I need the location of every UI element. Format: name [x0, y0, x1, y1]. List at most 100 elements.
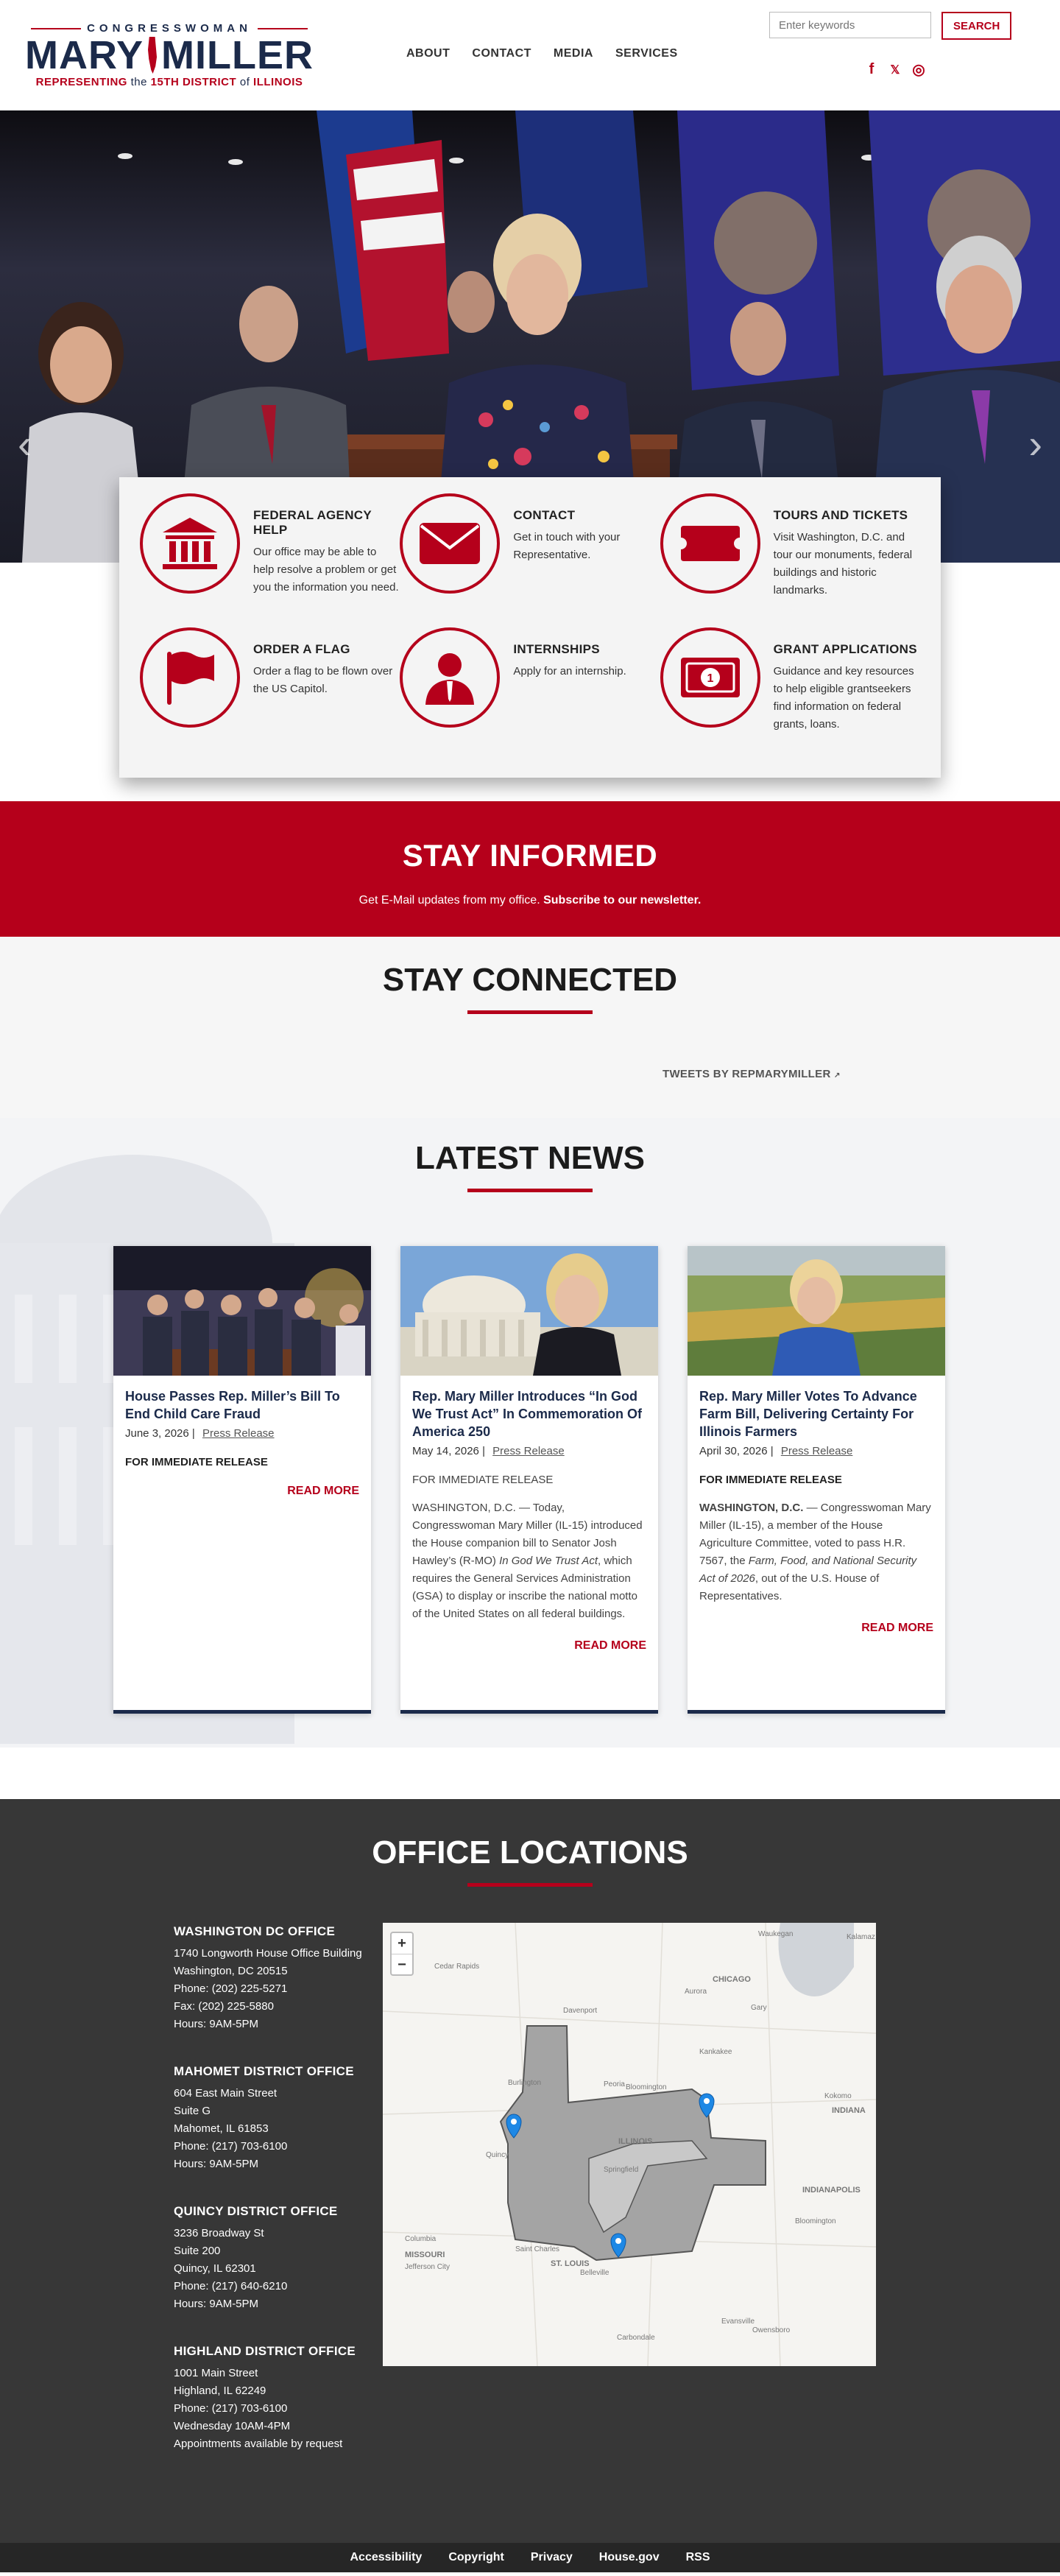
news-card-excerpt: WASHINGTON, D.C. — Congresswoman Mary Mi…	[699, 1502, 931, 1602]
map-place-label: Waukegan	[758, 1930, 793, 1938]
main-nav: ABOUT CONTACT MEDIA SERVICES	[406, 47, 678, 60]
footer-rss-link[interactable]: RSS	[686, 2551, 710, 2564]
site-search: SEARCH	[769, 12, 1012, 40]
carousel-prev-icon[interactable]: ‹	[18, 420, 32, 468]
news-card-title[interactable]: House Passes Rep. Miller’s Bill To End C…	[125, 1387, 359, 1423]
site-header: CONGRESSWOMAN MARY MILLER REPRESENTING t…	[0, 0, 1060, 110]
service-internships[interactable]: INTERNSHIPS Apply for an internship.	[400, 627, 660, 761]
news-card-category[interactable]: Press Release	[492, 1445, 565, 1457]
stay-informed-banner: STAY INFORMED Get E-Mail updates from my…	[0, 801, 1060, 937]
map-place-label: INDIANA	[832, 2106, 866, 2115]
map-zoom-out-button[interactable]: −	[392, 1954, 412, 1974]
person-icon	[425, 653, 475, 705]
envelope-icon	[420, 523, 481, 564]
map-place-label: Bloomington	[626, 2083, 667, 2091]
map-zoom-in-button[interactable]: +	[392, 1933, 412, 1954]
footer-accessibility-link[interactable]: Accessibility	[350, 2551, 422, 2564]
map-place-label: Kalamaz	[847, 1933, 875, 1941]
office-name: QUINCY DISTRICT OFFICE	[174, 2204, 338, 2218]
map-place-label: Gary	[751, 2004, 767, 2012]
map-place-label: Carbondale	[617, 2334, 655, 2342]
latest-news-section: LATEST NEWS House Passes Rep. Miller’s B…	[0, 1118, 1060, 1748]
stay-connected-section: STAY CONNECTED TWEETS BY REPMARYMILLER ↗	[0, 937, 1060, 1118]
map-place-label: Kokomo	[824, 2092, 852, 2100]
footer-privacy-link[interactable]: Privacy	[531, 2551, 573, 2564]
footer-house-gov-link[interactable]: House.gov	[599, 2551, 660, 2564]
service-text: Order a flag to be flown over the US Cap…	[253, 665, 393, 695]
nav-services[interactable]: SERVICES	[615, 47, 678, 60]
district-map-canvas: Waukegan CHICAGO Aurora Gary Cedar Rapids Dav…	[383, 1923, 876, 2366]
social-links: f 𝕏 ◎	[865, 60, 925, 79]
service-contact[interactable]: CONTACT Get in touch with your Represent…	[400, 493, 660, 627]
service-title: GRANT APPLICATIONS	[773, 642, 917, 656]
ticket-icon	[680, 526, 740, 561]
map-place-label: Quincy	[486, 2151, 509, 2159]
map-place-label: Aurora	[685, 1988, 707, 1996]
office-mahomet: MAHOMET DISTRICT OFFICE 604 East Main St…	[174, 2064, 365, 2173]
stay-informed-text: Get E-Mail updates from my office. Subsc…	[358, 894, 702, 907]
news-card-release: FOR IMMEDIATE RELEASE	[412, 1474, 554, 1486]
news-card-list: House Passes Rep. Miller’s Bill To End C…	[113, 1246, 945, 1714]
service-order-a-flag[interactable]: ORDER A FLAG Order a flag to be flown ov…	[140, 627, 400, 761]
svg-text:1: 1	[707, 672, 713, 685]
nav-about[interactable]: ABOUT	[406, 47, 450, 60]
nav-contact[interactable]: CONTACT	[472, 47, 531, 60]
map-zoom-control: + −	[390, 1932, 414, 1976]
map-place-label: Jefferson City	[405, 2263, 450, 2271]
service-title: CONTACT	[513, 508, 576, 522]
stay-connected-title: STAY CONNECTED	[382, 962, 678, 998]
instagram-icon[interactable]: ◎	[912, 60, 925, 79]
office-name: HIGHLAND DISTRICT OFFICE	[174, 2344, 356, 2358]
service-text: Apply for an internship.	[513, 665, 626, 678]
service-text: Guidance and key resources to help eligi…	[773, 665, 914, 731]
read-more-link[interactable]: READ MORE	[699, 1622, 933, 1635]
map-place-label: CHICAGO	[713, 1975, 751, 1984]
service-tours-and-tickets[interactable]: TOURS AND TICKETS Visit Washington, D.C.…	[660, 493, 920, 627]
site-logo[interactable]: CONGRESSWOMAN MARY MILLER REPRESENTING t…	[25, 22, 314, 88]
twitter-timeline-link[interactable]: TWEETS BY REPMARYMILLER ↗	[662, 1068, 841, 1080]
services-panel: FEDERAL AGENCY HELP Our office may be ab…	[119, 477, 941, 778]
news-card: House Passes Rep. Miller’s Bill To End C…	[113, 1246, 371, 1714]
news-card-excerpt: WASHINGTON, D.C. — Today, Congresswoman …	[412, 1502, 643, 1620]
news-card-image[interactable]	[688, 1246, 945, 1376]
news-card-category[interactable]: Press Release	[781, 1445, 853, 1457]
map-place-label: Davenport	[563, 2007, 597, 2015]
carousel-next-icon[interactable]: ›	[1028, 420, 1042, 468]
search-button[interactable]: SEARCH	[941, 12, 1012, 40]
office-name: MAHOMET DISTRICT OFFICE	[174, 2064, 354, 2078]
logo-name: MARY MILLER	[25, 33, 314, 77]
service-title: ORDER A FLAG	[253, 642, 350, 656]
x-twitter-icon[interactable]: 𝕏	[888, 63, 902, 77]
service-federal-agency-help[interactable]: FEDERAL AGENCY HELP Our office may be ab…	[140, 493, 400, 627]
footer-copyright-link[interactable]: Copyright	[448, 2551, 504, 2564]
service-text: Our office may be able to help resolve a…	[253, 546, 399, 594]
external-link-icon: ↗	[834, 1071, 841, 1080]
map-place-label: Owensboro	[752, 2326, 791, 2334]
news-card-title[interactable]: Rep. Mary Miller Votes To Advance Farm B…	[699, 1387, 933, 1440]
read-more-link[interactable]: READ MORE	[125, 1485, 359, 1498]
search-input[interactable]	[769, 12, 931, 38]
stay-informed-title: STAY INFORMED	[402, 838, 658, 873]
money-icon: 1	[680, 658, 740, 697]
nav-media[interactable]: MEDIA	[554, 47, 593, 60]
newsletter-link[interactable]: Subscribe to our newsletter.	[543, 894, 701, 907]
news-card-image[interactable]	[113, 1246, 371, 1376]
read-more-link[interactable]: READ MORE	[412, 1639, 646, 1653]
news-card-image[interactable]	[400, 1246, 658, 1376]
office-list: WASHINGTON DC OFFICE 1740 Longworth Hous…	[174, 1924, 365, 2484]
office-highland: HIGHLAND DISTRICT OFFICE 1001 Main Stree…	[174, 2344, 365, 2453]
service-grant-applications[interactable]: 1 GRANT APPLICATIONS Guidance and key re…	[660, 627, 920, 761]
news-card-title[interactable]: Rep. Mary Miller Introduces “In God We T…	[412, 1387, 646, 1440]
latest-news-title: LATEST NEWS	[414, 1140, 646, 1176]
map-place-label: Columbia	[405, 2235, 437, 2243]
news-card-meta: April 30, 2026 | Press Release	[699, 1445, 853, 1457]
site-footer: Accessibility Copyright Privacy House.go…	[0, 2543, 1060, 2572]
district-map[interactable]: Waukegan CHICAGO Aurora Gary Cedar Rapids Dav…	[383, 1923, 876, 2366]
office-name: WASHINGTON DC OFFICE	[174, 1924, 336, 1938]
news-card: Rep. Mary Miller Introduces “In God We T…	[400, 1246, 658, 1714]
news-card-category[interactable]: Press Release	[202, 1427, 275, 1440]
illinois-state-icon	[148, 37, 158, 74]
facebook-icon[interactable]: f	[865, 61, 878, 78]
capitol-building-icon	[163, 518, 217, 569]
service-title: INTERNSHIPS	[513, 642, 600, 656]
